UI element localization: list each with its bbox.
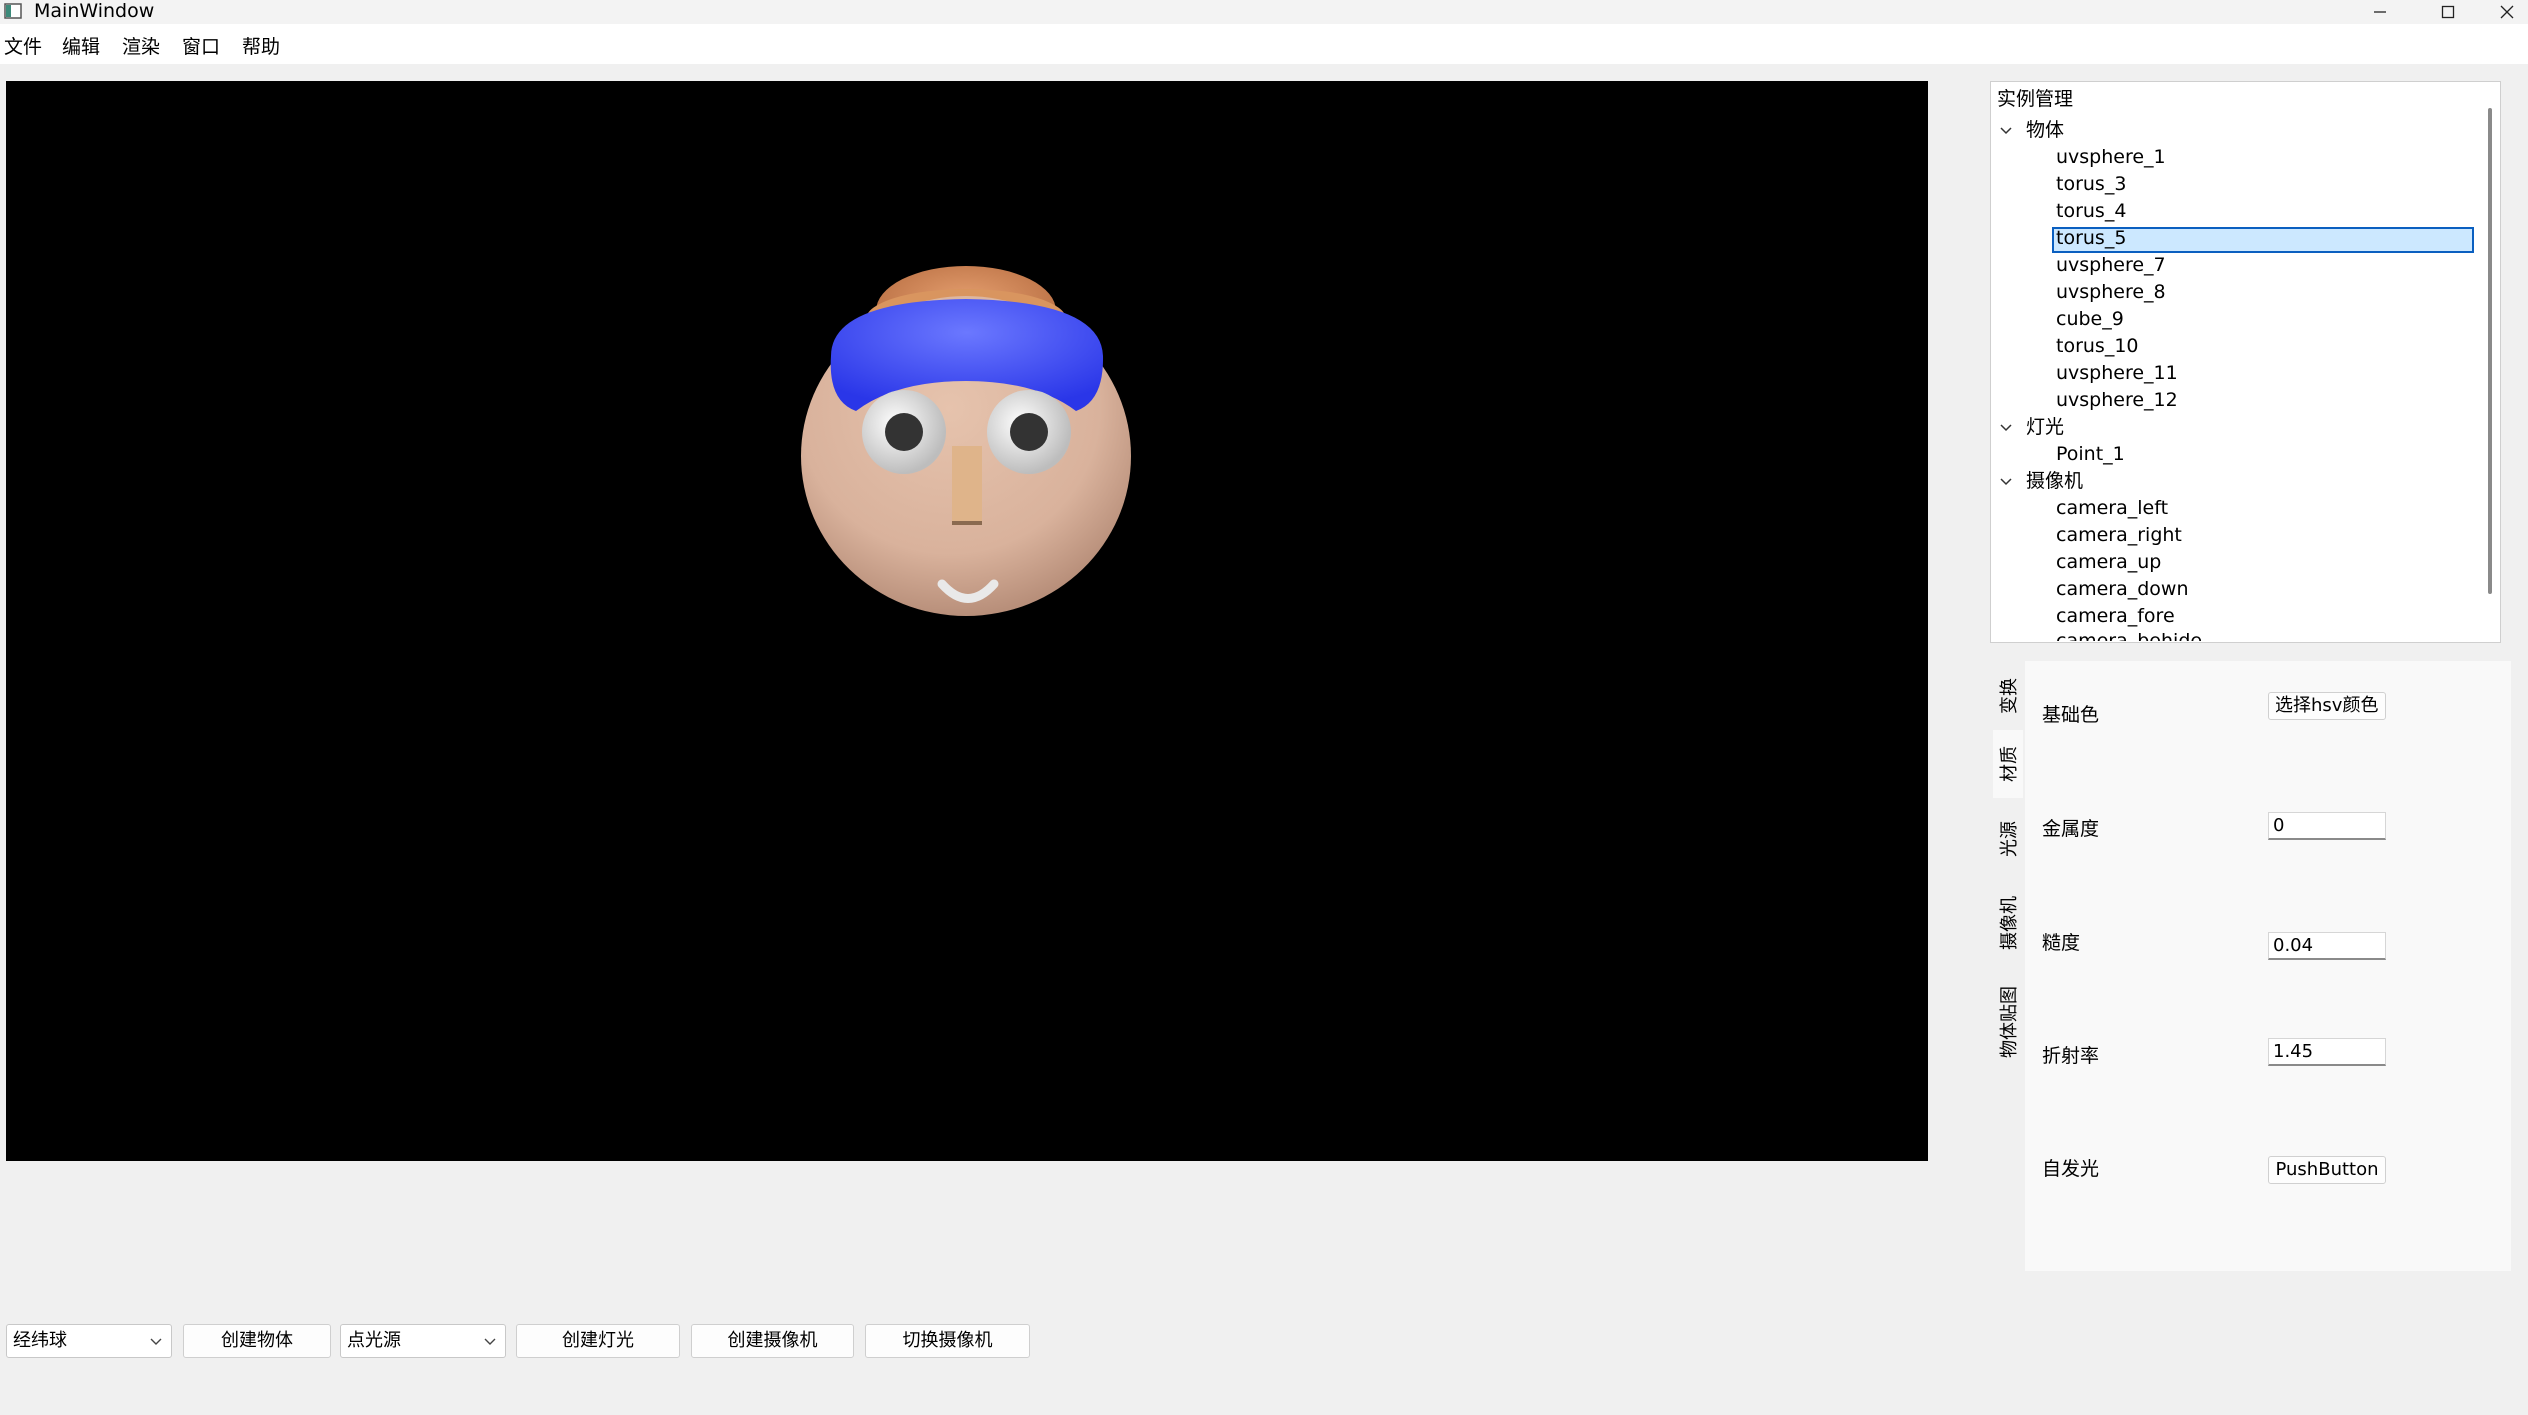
chevron-down-icon[interactable] (1996, 468, 2016, 495)
tab-light[interactable]: 光源 (1993, 806, 2023, 872)
tree-item[interactable]: uvsphere_1 (2056, 144, 2166, 171)
tree-clip: camera_behide (1992, 628, 2472, 641)
app-icon (4, 3, 22, 19)
tree-item[interactable]: Point_1 (2056, 441, 2125, 468)
tree-group-cameras[interactable]: 摄像机 (2026, 468, 2083, 495)
tree-item[interactable]: camera_down (2056, 576, 2189, 603)
switch-camera-button[interactable]: 切换摄像机 (865, 1324, 1030, 1358)
tree-item[interactable]: camera_right (2056, 522, 2182, 549)
roughness-input[interactable]: 0.04 (2268, 932, 2386, 960)
tab-material[interactable]: 材质 (1993, 730, 2023, 798)
window-title: MainWindow (34, 0, 155, 22)
tree-item[interactable]: cube_9 (2056, 306, 2124, 333)
tree-item-selected[interactable]: torus_5 (2056, 225, 2126, 252)
right-pupil (1010, 413, 1048, 451)
tree-item[interactable]: camera_left (2056, 495, 2168, 522)
tree-item-partial[interactable]: camera_behide (2056, 628, 2202, 641)
light-type-combo[interactable]: 点光源 (340, 1324, 506, 1358)
menu-render[interactable]: 渲染 (122, 24, 160, 60)
maximize-icon (2441, 5, 2455, 19)
menu-file[interactable]: 文件 (4, 24, 42, 60)
chevron-down-icon[interactable] (1996, 414, 2016, 441)
metallic-label: 金属度 (2042, 818, 2100, 840)
object-type-combo[interactable]: 经纬球 (6, 1324, 172, 1358)
maximize-button[interactable] (2418, 0, 2478, 24)
tree-item[interactable]: camera_up (2056, 549, 2161, 576)
minimize-icon (2374, 11, 2386, 13)
tab-transform[interactable]: 变换 (1993, 666, 2023, 726)
tree-item[interactable]: torus_3 (2056, 171, 2126, 198)
roughness-label: 糙度 (2042, 932, 2081, 954)
minimize-button[interactable] (2350, 0, 2410, 24)
tab-object-texture[interactable]: 物体贴图 (1993, 972, 2023, 1072)
emission-label: 自发光 (2042, 1158, 2100, 1180)
choose-hsv-color-button[interactable]: 选择hsv颜色 (2268, 692, 2386, 720)
chevron-down-icon (484, 1338, 496, 1345)
chevron-down-icon (150, 1338, 162, 1345)
close-button[interactable] (2486, 0, 2528, 24)
base-color-label: 基础色 (2042, 704, 2100, 726)
close-icon (2500, 5, 2514, 19)
light-type-value: 点光源 (347, 1330, 401, 1351)
tree-item[interactable]: torus_4 (2056, 198, 2126, 225)
tab-camera[interactable]: 摄像机 (1993, 880, 2023, 966)
tree-item[interactable]: uvsphere_7 (2056, 252, 2166, 279)
emission-button[interactable]: PushButton (2268, 1156, 2386, 1184)
metallic-input[interactable]: 0 (2268, 812, 2386, 840)
left-pupil (885, 413, 923, 451)
tree-group-objects[interactable]: 物体 (2026, 117, 2064, 144)
tree-item[interactable]: uvsphere_12 (2056, 387, 2178, 414)
tree-item[interactable]: uvsphere_11 (2056, 360, 2178, 387)
tree-scrollbar-thumb[interactable] (2488, 108, 2492, 594)
tree-item[interactable]: camera_fore (2056, 603, 2175, 630)
nose (952, 446, 982, 524)
tree-header: 实例管理 (1997, 88, 2074, 110)
menu-edit[interactable]: 编辑 (62, 24, 100, 60)
chevron-down-icon[interactable] (1996, 117, 2016, 144)
ior-label: 折射率 (2042, 1045, 2100, 1067)
title-bar (0, 0, 2528, 24)
object-type-value: 经纬球 (13, 1330, 67, 1351)
tree-group-lights[interactable]: 灯光 (2026, 414, 2064, 441)
create-object-button[interactable]: 创建物体 (183, 1324, 331, 1358)
render-viewport[interactable] (6, 81, 1928, 1161)
tree-item[interactable]: torus_10 (2056, 333, 2139, 360)
tree-item[interactable]: uvsphere_8 (2056, 279, 2166, 306)
nose-shadow (952, 521, 982, 525)
menu-bar (0, 24, 2528, 64)
create-camera-button[interactable]: 创建摄像机 (691, 1324, 854, 1358)
create-light-button[interactable]: 创建灯光 (516, 1324, 680, 1358)
menu-help[interactable]: 帮助 (242, 24, 280, 60)
ior-input[interactable]: 1.45 (2268, 1038, 2386, 1066)
rendered-scene (801, 266, 1131, 616)
menu-window[interactable]: 窗口 (182, 24, 220, 60)
